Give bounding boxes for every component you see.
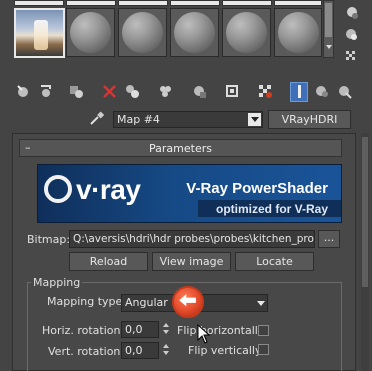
get-material-icon[interactable] [15, 83, 32, 100]
put-to-library-icon[interactable] [157, 83, 174, 100]
material-id-channel-icon[interactable] [191, 83, 208, 100]
vert-rotation-label: Vert. rotation: [48, 345, 125, 358]
view-image-button[interactable]: View image [152, 252, 231, 271]
slot-row-top [274, 0, 322, 6]
panel-scrollbar[interactable] [361, 133, 369, 371]
scroll-thumb[interactable] [325, 3, 332, 37]
material-name-dropdown[interactable]: Map #4 [113, 111, 263, 128]
show-map-in-viewport-icon[interactable] [224, 83, 241, 100]
material-toolbar [0, 80, 372, 104]
reset-map-delete-icon[interactable] [101, 83, 118, 100]
rollout-title: Parameters [149, 142, 212, 155]
hdri-preview-image [34, 20, 48, 50]
sample-slot-hdri[interactable] [14, 8, 65, 58]
background-checker-icon[interactable] [343, 48, 360, 65]
rollout-header[interactable]: – Parameters [19, 139, 342, 157]
slot-row-top [14, 0, 64, 6]
scroll-down-arrow-icon[interactable] [326, 45, 332, 49]
flip-horizontally-label: Flip horizontally [177, 324, 265, 337]
slot-row-top [170, 0, 220, 6]
go-to-parent-icon[interactable] [290, 82, 308, 102]
locate-button[interactable]: Locate [235, 252, 314, 271]
vray-logo-text: v·ray [76, 174, 141, 205]
go-forward-to-sibling-icon[interactable] [313, 83, 330, 100]
material-map-navigator-icon[interactable] [336, 83, 353, 100]
bitmap-label: Bitmap: [27, 233, 71, 246]
slot-row-top [66, 0, 116, 6]
sample-type-icon[interactable] [343, 4, 360, 21]
pick-material-eyedropper-icon[interactable] [88, 110, 105, 127]
sample-slot[interactable] [66, 8, 115, 57]
slot-row-top [222, 0, 272, 6]
backlight-icon[interactable] [343, 26, 360, 43]
banner-title: V-Ray PowerShader [186, 180, 328, 197]
mapping-group-label: Mapping [31, 276, 83, 289]
bitmap-path-field[interactable]: Q:\aversis\hdri\hdr probes\probes\kitche… [69, 230, 315, 248]
vert-rotation-spinner[interactable] [161, 342, 171, 358]
sample-slot[interactable] [222, 8, 271, 57]
horiz-rotation-field[interactable]: 0,0 [121, 321, 159, 338]
banner-subtitle: optimized for V-Ray [215, 202, 328, 216]
sample-sphere [226, 12, 267, 53]
make-unique-icon[interactable] [124, 83, 141, 100]
map-type-button[interactable]: VRayHDRI [268, 110, 351, 129]
sample-slot[interactable] [118, 8, 167, 57]
sample-sphere [122, 12, 163, 53]
vray-logo-icon [44, 175, 72, 203]
slot-row-top [118, 0, 168, 6]
panel-scroll-thumb[interactable] [362, 137, 368, 287]
show-end-result-icon[interactable] [257, 83, 274, 100]
vray-banner: v·ray V-Ray PowerShader optimized for V-… [37, 164, 342, 223]
flip-vertically-checkbox[interactable] [258, 344, 269, 355]
sample-slot[interactable] [170, 8, 219, 57]
reload-button[interactable]: Reload [69, 252, 148, 271]
mapping-type-value: Angular [125, 296, 168, 309]
flip-horizontally-checkbox[interactable] [258, 325, 269, 336]
horiz-rotation-spinner[interactable] [161, 321, 171, 337]
mapping-type-label: Mapping type: [47, 295, 126, 308]
annotation-arrow-icon [172, 286, 204, 318]
bitmap-browse-button[interactable]: ... [318, 230, 340, 248]
put-to-scene-icon[interactable] [38, 83, 55, 100]
sample-sphere [174, 12, 215, 53]
flip-vertically-label: Flip vertically [188, 344, 262, 357]
material-name-value: Map #4 [117, 113, 160, 126]
sample-slot[interactable] [274, 8, 322, 57]
mouse-cursor-icon [197, 323, 211, 344]
chevron-down-icon[interactable] [248, 113, 261, 126]
sample-sphere [70, 12, 111, 53]
slot-scrollbar[interactable] [323, 0, 334, 58]
horiz-rotation-label: Horiz. rotation: [42, 324, 125, 337]
vert-rotation-field[interactable]: 0,0 [121, 342, 159, 359]
sample-sphere [278, 12, 319, 53]
chevron-down-icon[interactable] [257, 301, 265, 306]
assign-to-selection-icon[interactable] [68, 83, 85, 100]
sample-slots [0, 0, 322, 58]
